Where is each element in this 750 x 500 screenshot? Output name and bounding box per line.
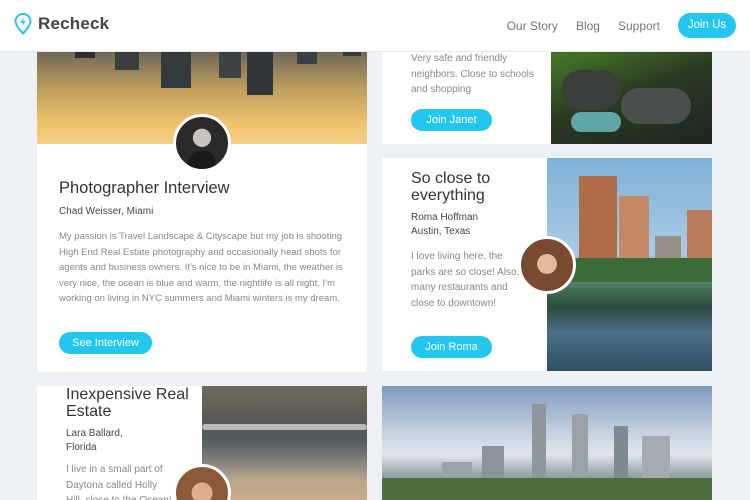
philadelphia-skyline-photo bbox=[382, 386, 712, 500]
nav-our-story[interactable]: Our Story bbox=[507, 19, 558, 33]
brand-name: Recheck bbox=[38, 14, 110, 33]
top-navbar: Recheck Our Story Blog Support Join Us bbox=[0, 0, 750, 52]
join-janet-button[interactable]: Join Janet bbox=[411, 109, 492, 131]
card-body: I love living here, the parks are so clo… bbox=[411, 251, 520, 309]
card-title: So close to everything bbox=[411, 170, 491, 204]
card-body: My passion is Travel Landscape & Citysca… bbox=[59, 231, 343, 304]
main-nav: Our Story Blog Support Join Us bbox=[507, 13, 736, 38]
card-subtitle-name: Lara Ballard, bbox=[66, 428, 123, 439]
brand-logo[interactable]: Recheck bbox=[14, 13, 109, 35]
nav-support[interactable]: Support bbox=[618, 19, 660, 33]
card-subtitle-place: Florida bbox=[66, 442, 97, 453]
card-subtitle-place: Austin, Texas bbox=[411, 226, 471, 237]
philadelphia-card bbox=[382, 386, 712, 500]
nav-blog[interactable]: Blog bbox=[576, 19, 600, 33]
lara-card: Inexpensive Real Estate Lara Ballard, Fl… bbox=[37, 386, 367, 500]
man-portrait-avatar bbox=[173, 114, 231, 172]
woman-portrait-avatar bbox=[518, 236, 576, 294]
card-title: Photographer Interview bbox=[59, 179, 230, 197]
card-body: I live in a small part of Daytona called… bbox=[66, 464, 172, 500]
photographer-interview-card: Photographer Interview Chad Weisser, Mia… bbox=[37, 0, 367, 372]
roma-card: So close to everything Roma Hoffman Aust… bbox=[382, 158, 712, 371]
card-body: Very safe and friendly neighbors. Close … bbox=[411, 53, 534, 95]
location-pin-icon bbox=[14, 13, 32, 35]
card-subtitle-name: Roma Hoffman bbox=[411, 212, 479, 223]
card-title: Inexpensive Real Estate bbox=[66, 386, 189, 420]
see-interview-button[interactable]: See Interview bbox=[59, 332, 152, 354]
join-us-button[interactable]: Join Us bbox=[678, 13, 736, 38]
card-subtitle: Chad Weisser, Miami bbox=[59, 206, 154, 217]
join-roma-button[interactable]: Join Roma bbox=[411, 336, 492, 358]
